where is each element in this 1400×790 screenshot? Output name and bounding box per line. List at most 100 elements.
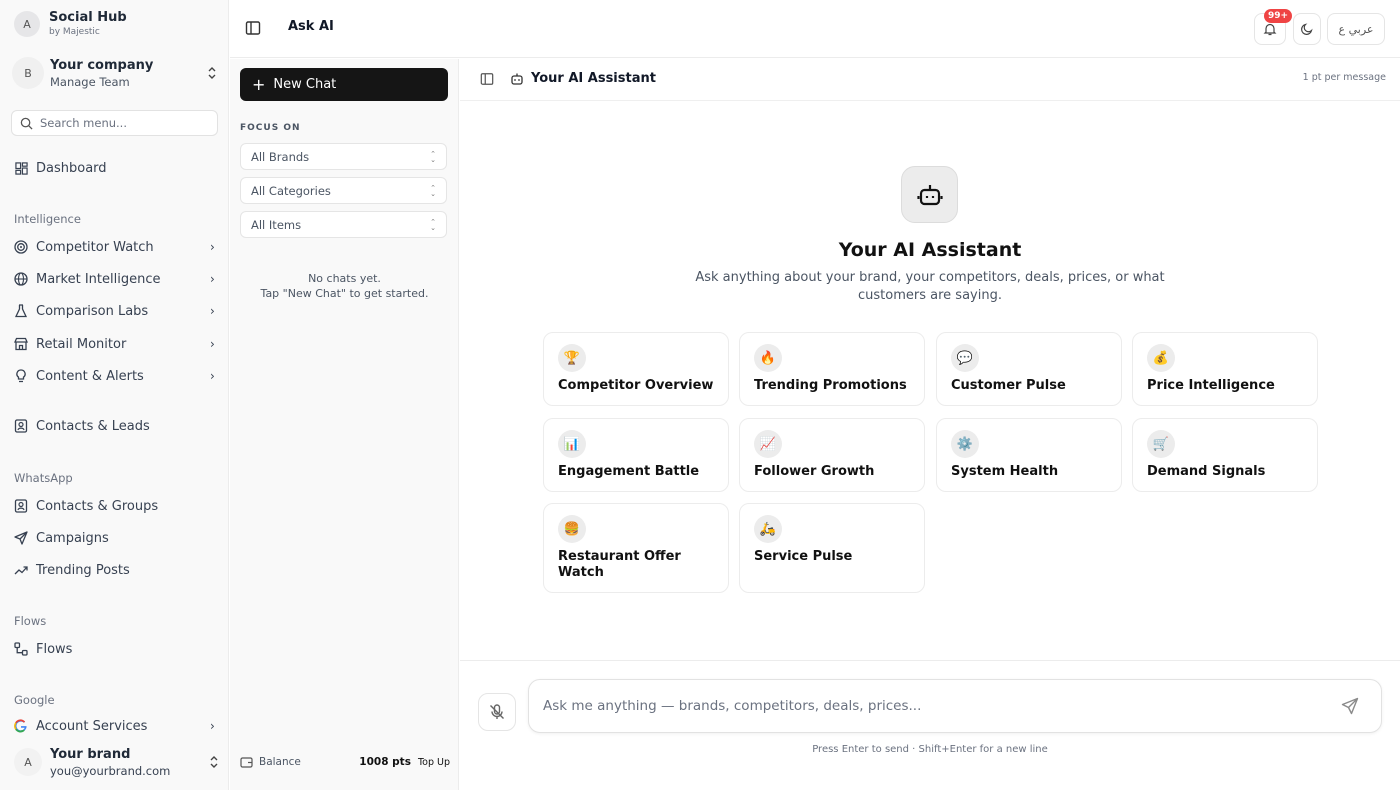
- sidebar-item-label: Account Services: [36, 718, 148, 734]
- card-title: Restaurant Offer Watch: [558, 549, 681, 580]
- page-title: Ask AI: [288, 19, 334, 34]
- trending-up-icon: [14, 566, 28, 575]
- sidebar-item-label: Retail Monitor: [36, 336, 127, 352]
- language-label: عربي ع: [1338, 22, 1374, 36]
- card-title: Trending Promotions: [754, 378, 907, 393]
- microphone-button[interactable]: [478, 693, 516, 731]
- theme-toggle-button[interactable]: [1293, 13, 1321, 45]
- speech-bubble-icon: 💬: [951, 344, 979, 372]
- company-avatar: B: [12, 57, 44, 89]
- company-switcher[interactable]: B Your company Manage Team: [12, 52, 218, 94]
- dashboard-icon: [14, 161, 28, 175]
- section-label-intelligence: Intelligence: [14, 212, 81, 226]
- assistant-header-title: Your AI Assistant: [531, 71, 656, 86]
- suggestion-card-follower-growth[interactable]: 📈 Follower Growth: [739, 418, 925, 492]
- money-bag-icon: 💰: [1147, 344, 1175, 372]
- sidebar-item-contacts-groups[interactable]: Contacts & Groups: [14, 494, 220, 518]
- search-input[interactable]: [40, 116, 200, 130]
- sidebar-item-content-alerts[interactable]: Content & Alerts ›: [14, 364, 220, 388]
- brands-filter[interactable]: All Brands ⌃ ⌄: [240, 143, 447, 170]
- sidebar-item-label: Contacts & Leads: [36, 418, 150, 434]
- language-button[interactable]: عربي ع: [1327, 13, 1385, 45]
- panel-toggle-icon[interactable]: [480, 72, 494, 86]
- empty-chats-message: No chats yet. Tap "New Chat" to get star…: [230, 271, 459, 301]
- section-label-flows: Flows: [14, 614, 47, 628]
- flask-icon: [14, 304, 28, 318]
- sidebar-item-label: Contacts & Groups: [36, 498, 159, 514]
- sidebar-item-label: Competitor Watch: [36, 239, 154, 255]
- radar-icon: [14, 240, 28, 254]
- message-cost: 1 pt per message: [1302, 72, 1386, 83]
- mic-off-icon: [490, 704, 504, 719]
- moon-icon: [1301, 23, 1313, 35]
- globe-icon: [14, 272, 28, 286]
- suggestion-card-trending-promotions[interactable]: 🔥 Trending Promotions: [739, 332, 925, 406]
- brands-filter-value: All Brands: [251, 149, 310, 164]
- suggestion-card-service-pulse[interactable]: 🛵 Service Pulse: [739, 503, 925, 593]
- top-up-link[interactable]: Top Up: [418, 757, 450, 768]
- new-chat-button[interactable]: + New Chat: [240, 68, 448, 101]
- sidebar-item-market-intelligence[interactable]: Market Intelligence ›: [14, 267, 220, 291]
- card-title: Follower Growth: [754, 464, 875, 479]
- hero-subtitle: Ask anything about your brand, your comp…: [695, 270, 1165, 303]
- store-icon: [14, 337, 28, 351]
- plus-icon: +: [252, 74, 266, 94]
- sidebar-item-campaigns[interactable]: Campaigns: [14, 526, 220, 550]
- sidebar-item-trending-posts[interactable]: Trending Posts: [14, 558, 220, 582]
- sidebar-item-contacts-leads[interactable]: Contacts & Leads: [14, 414, 220, 438]
- bar-chart-icon: 📊: [558, 430, 586, 458]
- empty-line-2: Tap "New Chat" to get started.: [260, 287, 429, 300]
- app-brand[interactable]: A Social Hub by Majestic: [14, 10, 127, 38]
- sidebar-item-label: Flows: [36, 641, 73, 657]
- sidebar-item-flows[interactable]: Flows: [14, 637, 220, 661]
- burger-icon: 🍔: [558, 515, 586, 543]
- categories-filter[interactable]: All Categories ⌃ ⌄: [240, 177, 447, 204]
- hero-title: Your AI Assistant: [838, 239, 1022, 261]
- chevron-right-icon: ›: [210, 240, 215, 254]
- user-name: Your brand: [50, 746, 131, 762]
- flow-icon: [14, 642, 28, 656]
- menu-search[interactable]: [11, 110, 218, 136]
- assistant-hero-icon: [901, 166, 958, 223]
- sidebar-item-label: Campaigns: [36, 530, 109, 546]
- items-filter[interactable]: All Items ⌃ ⌄: [240, 211, 447, 238]
- suggestion-card-restaurant-offer-watch[interactable]: 🍔 Restaurant Offer Watch: [543, 503, 729, 593]
- sidebar-item-dashboard[interactable]: Dashboard: [14, 156, 220, 180]
- chart-increasing-icon: 📈: [754, 430, 782, 458]
- chat-list-panel: + New Chat FOCUS ON All Brands ⌃ ⌄ All Ca…: [230, 59, 459, 790]
- suggestion-card-engagement-battle[interactable]: 📊 Engagement Battle: [543, 418, 729, 492]
- sidebar-item-competitor-watch[interactable]: Competitor Watch ›: [14, 235, 220, 259]
- user-menu[interactable]: A Your brand you@yourbrand.com: [14, 744, 220, 780]
- top-bar: Ask AI 99+ عربي ع: [230, 0, 1400, 58]
- focus-label: FOCUS ON: [240, 123, 301, 133]
- bot-icon: [511, 73, 523, 85]
- trophy-icon: 🏆: [558, 344, 586, 372]
- suggestion-card-price-intelligence[interactable]: 💰 Price Intelligence: [1132, 332, 1318, 406]
- suggestion-card-customer-pulse[interactable]: 💬 Customer Pulse: [936, 332, 1122, 406]
- sidebar-toggle-icon[interactable]: [245, 20, 261, 36]
- new-chat-label: New Chat: [273, 77, 337, 92]
- sidebar-item-comparison-labs[interactable]: Comparison Labs ›: [14, 299, 220, 323]
- message-input[interactable]: [543, 698, 1323, 714]
- card-title: Price Intelligence: [1147, 378, 1275, 393]
- app-avatar: A: [14, 11, 40, 37]
- app-name: Social Hub: [49, 10, 127, 25]
- bot-icon: [916, 184, 943, 205]
- sidebar-item-account-services[interactable]: Account Services ›: [14, 714, 220, 738]
- suggestion-card-system-health[interactable]: ⚙️ System Health: [936, 418, 1122, 492]
- chevrons-up-down-icon: ⌃ ⌄: [430, 184, 436, 198]
- suggestion-card-competitor-overview[interactable]: 🏆 Competitor Overview: [543, 332, 729, 406]
- section-label-google: Google: [14, 693, 55, 707]
- chevrons-up-down-icon: [210, 756, 218, 768]
- sidebar-item-label: Comparison Labs: [36, 303, 149, 319]
- search-icon: [20, 117, 33, 130]
- sidebar-item-retail-monitor[interactable]: Retail Monitor ›: [14, 332, 220, 356]
- company-name: Your company: [50, 57, 154, 73]
- sidebar-item-label: Dashboard: [36, 160, 107, 176]
- send-icon[interactable]: [1341, 697, 1359, 715]
- balance-label: Balance: [259, 756, 301, 768]
- fire-icon: 🔥: [754, 344, 782, 372]
- suggestion-card-demand-signals[interactable]: 🛒 Demand Signals: [1132, 418, 1318, 492]
- contact-card-icon: [14, 419, 28, 433]
- user-avatar: A: [14, 748, 42, 776]
